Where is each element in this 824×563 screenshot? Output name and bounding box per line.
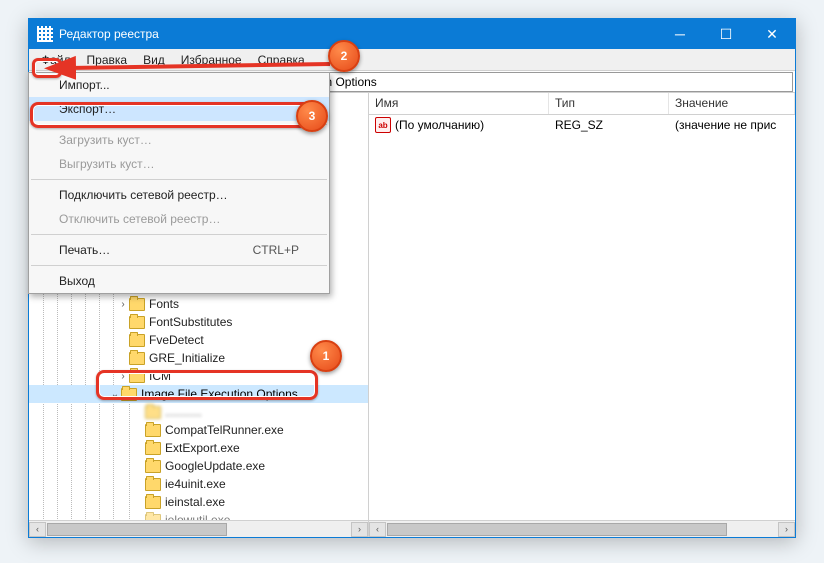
folder-icon: [145, 478, 161, 491]
cell-type: REG_SZ: [555, 118, 675, 132]
list-pane: Имя Тип Значение ab (По умолчанию) REG_S…: [369, 93, 795, 537]
folder-icon: [129, 298, 145, 311]
scroll-track[interactable]: [46, 522, 351, 537]
maximize-button[interactable]: ☐: [703, 19, 749, 49]
menu-print[interactable]: Печать…CTRL+P: [29, 238, 329, 262]
annotation-ring-2: [32, 58, 62, 78]
tree-item[interactable]: ieinstal.exe: [29, 493, 368, 511]
list-body[interactable]: ab (По умолчанию) REG_SZ (значение не пр…: [369, 115, 795, 520]
scroll-left-button[interactable]: ‹: [369, 522, 386, 537]
tree-hscrollbar[interactable]: ‹ ›: [29, 520, 368, 537]
menu-connect-network[interactable]: Подключить сетевой реестр…: [29, 183, 329, 207]
titlebar: Редактор реестра ─ ☐ ✕: [29, 19, 795, 49]
registry-tree: ›Fonts FontSubstitutes FveDetect GRE_Ini…: [29, 291, 368, 520]
window-title: Редактор реестра: [59, 27, 159, 41]
app-icon: [37, 26, 53, 42]
annotation-callout-2: 2: [328, 40, 360, 72]
menu-separator: [31, 265, 327, 266]
scroll-thumb[interactable]: [387, 523, 727, 536]
scroll-thumb[interactable]: [47, 523, 227, 536]
scroll-right-button[interactable]: ›: [351, 522, 368, 537]
col-value[interactable]: Значение: [669, 93, 795, 114]
list-hscrollbar[interactable]: ‹ ›: [369, 520, 795, 537]
tree-item[interactable]: ie4uinit.exe: [29, 475, 368, 493]
scroll-right-button[interactable]: ›: [778, 522, 795, 537]
col-type[interactable]: Тип: [549, 93, 669, 114]
tree-item[interactable]: ielowutil.exe: [29, 511, 368, 520]
list-header: Имя Тип Значение: [369, 93, 795, 115]
folder-icon: [145, 406, 161, 419]
tree-item[interactable]: ›Fonts: [29, 295, 368, 313]
cell-value: (значение не прис: [675, 118, 795, 132]
tree-item[interactable]: CompatTelRunner.exe: [29, 421, 368, 439]
folder-icon: [145, 424, 161, 437]
expand-icon[interactable]: ›: [117, 299, 129, 310]
annotation-callout-3: 3: [296, 100, 328, 132]
tree-item[interactable]: FontSubstitutes: [29, 313, 368, 331]
annotation-ring-3: [30, 102, 316, 128]
minimize-button[interactable]: ─: [657, 19, 703, 49]
folder-icon: [145, 442, 161, 455]
folder-icon: [145, 460, 161, 473]
close-button[interactable]: ✕: [749, 19, 795, 49]
scroll-left-button[interactable]: ‹: [29, 522, 46, 537]
folder-icon: [145, 514, 161, 521]
annotation-callout-1: 1: [310, 340, 342, 372]
list-row[interactable]: ab (По умолчанию) REG_SZ (значение не пр…: [369, 115, 795, 135]
menu-load-hive: Загрузить куст…: [29, 128, 329, 152]
string-value-icon: ab: [375, 117, 391, 133]
annotation-ring-1: [96, 370, 318, 400]
folder-icon: [129, 352, 145, 365]
cell-name: (По умолчанию): [395, 118, 555, 132]
tree-item[interactable]: ExtExport.exe: [29, 439, 368, 457]
menu-separator: [31, 179, 327, 180]
scroll-track[interactable]: [386, 522, 778, 537]
col-name[interactable]: Имя: [369, 93, 549, 114]
tree-item[interactable]: ...........: [29, 403, 368, 421]
folder-icon: [145, 496, 161, 509]
folder-icon: [129, 334, 145, 347]
window-controls: ─ ☐ ✕: [657, 19, 795, 49]
menu-separator: [31, 234, 327, 235]
menu-disconnect-network: Отключить сетевой реестр…: [29, 207, 329, 231]
tree-item[interactable]: GoogleUpdate.exe: [29, 457, 368, 475]
menu-unload-hive: Выгрузить куст…: [29, 152, 329, 176]
annotation-arrow: [60, 52, 340, 85]
menu-exit[interactable]: Выход: [29, 269, 329, 293]
folder-icon: [129, 316, 145, 329]
